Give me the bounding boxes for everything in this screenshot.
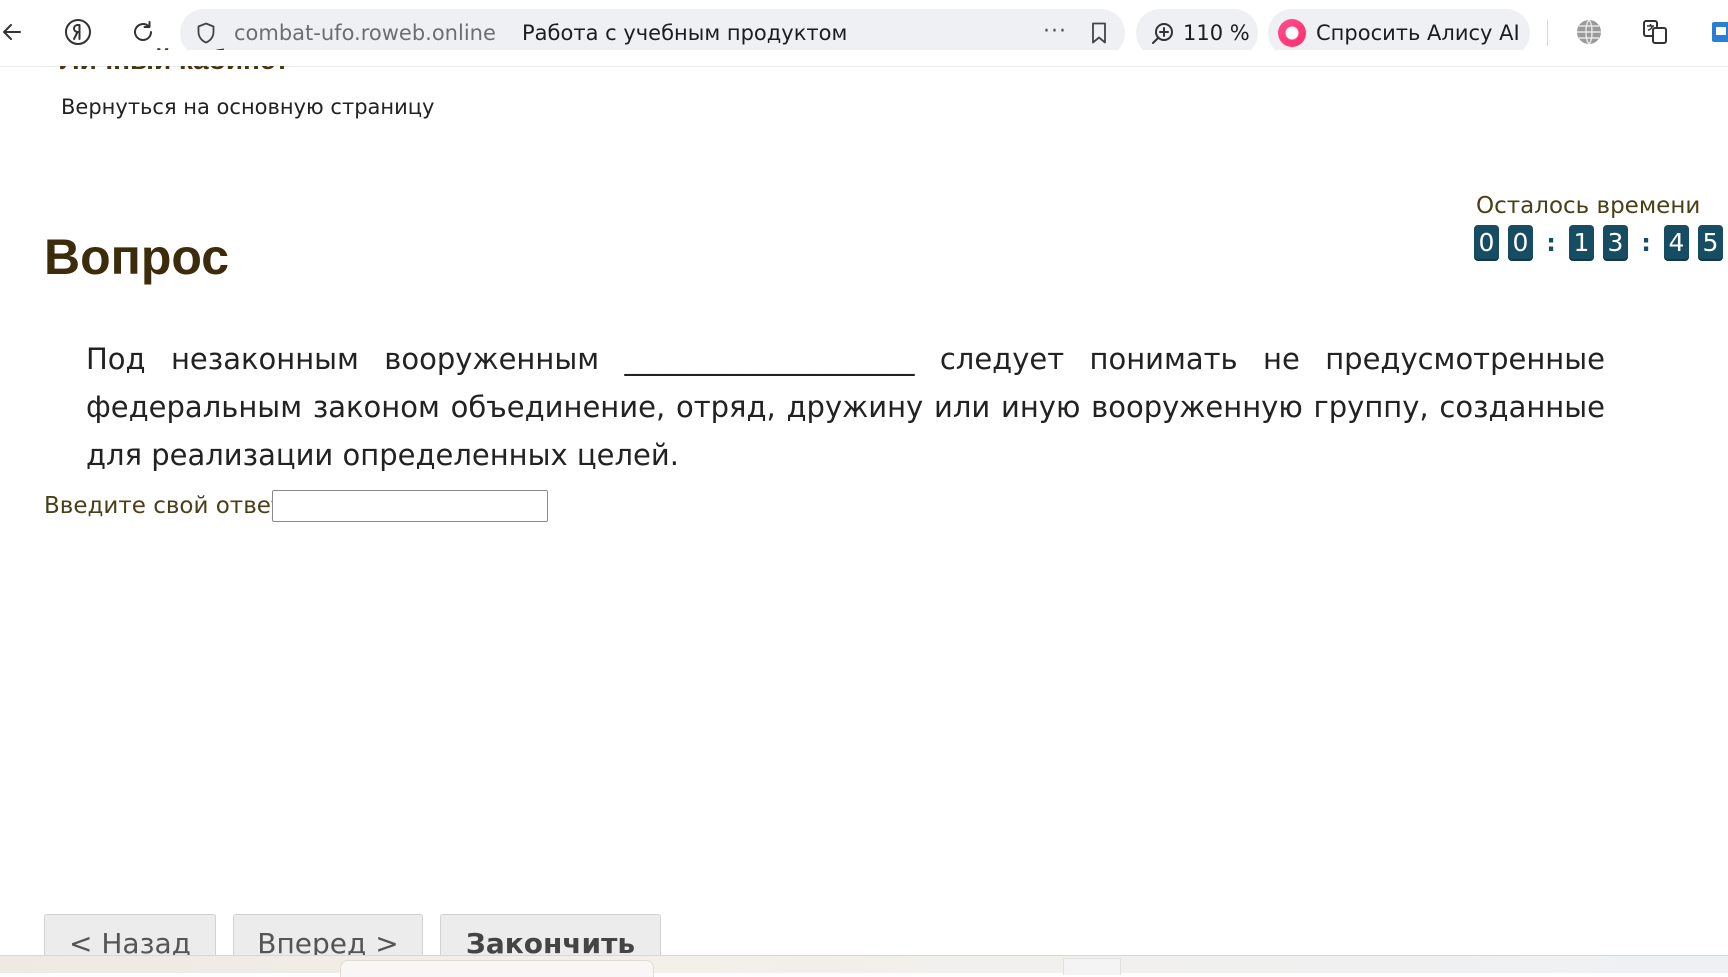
timer-digit: 1 [1569,225,1594,261]
timer-digit: 0 [1508,225,1533,261]
timer-digit: 5 [1698,225,1723,261]
taskbar-square [1063,958,1121,975]
timer-colon: : [1546,229,1556,257]
question-text: Под незаконным вооруженным _____________… [86,342,1605,472]
timer-label: Осталось времени [1476,193,1701,219]
back-arrow-icon[interactable] [0,14,30,50]
zoom-icon [1150,21,1176,51]
back-to-main-link[interactable]: Вернуться на основную страницу [61,95,435,119]
timer-digit: 4 [1664,225,1689,261]
answer-input[interactable] [272,490,548,522]
more-options-icon[interactable]: ··· [1043,19,1067,44]
taskbar-pill [340,960,654,977]
answer-label: Введите свой ответ [44,493,285,519]
ask-alice-label: Спросить Алису AI [1316,21,1520,45]
toolbar-separator [1547,20,1548,46]
tab-page-title: Работа с учебным продуктом [522,21,848,45]
bookmark-icon[interactable] [1088,21,1110,49]
scroll-cover [0,50,1728,66]
extension-icon[interactable] [1702,14,1728,50]
question-heading: Вопрос [44,229,230,285]
taskbar-strip [0,955,1728,977]
zoom-value: 110 % [1183,21,1250,45]
alice-icon [1278,19,1306,47]
countdown-timer: 0 0 : 1 3 : 4 5 [1474,225,1728,261]
timer-colon: : [1641,229,1651,257]
address-domain[interactable]: combat-ufo.roweb.online [234,21,496,45]
translate-icon[interactable] [1637,14,1673,50]
globe-icon[interactable] [1571,14,1607,50]
timer-digit: 3 [1603,225,1628,261]
timer-digit: 0 [1474,225,1499,261]
